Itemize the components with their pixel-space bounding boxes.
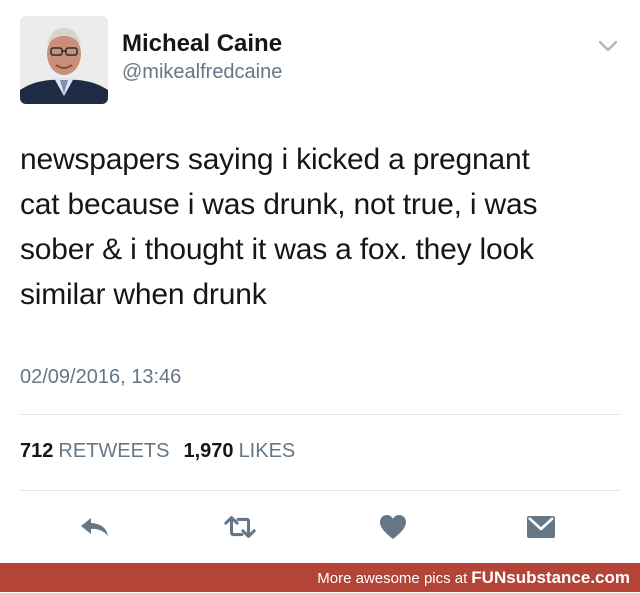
- tweet-timestamp[interactable]: 02/09/2016, 13:46: [20, 366, 181, 389]
- chevron-down-icon[interactable]: [596, 36, 620, 56]
- watermark-footer: More awesome pics at FUNsubstance.com: [0, 563, 640, 592]
- display-name[interactable]: Micheal Caine: [122, 30, 282, 58]
- profile-photo: [20, 16, 108, 104]
- retweets-label[interactable]: RETWEETS: [58, 440, 169, 462]
- direct-message-button[interactable]: [524, 512, 558, 542]
- retweet-icon: [224, 516, 256, 538]
- footer-brand[interactable]: FUNsubstance.com: [471, 568, 630, 587]
- footer-text: More awesome pics at: [317, 570, 468, 587]
- like-icon: [380, 515, 406, 539]
- tweet-stats: 712 RETWEETS 1,970 LIKES: [20, 440, 309, 463]
- retweets-count[interactable]: 712: [20, 440, 53, 462]
- divider: [20, 414, 620, 415]
- reply-icon: [81, 518, 108, 536]
- like-button[interactable]: [376, 512, 410, 542]
- likes-label[interactable]: LIKES: [239, 440, 296, 462]
- avatar[interactable]: [20, 16, 108, 104]
- reply-button[interactable]: [78, 512, 112, 542]
- tweet-text: newspapers saying i kicked a pregnant ca…: [20, 143, 538, 311]
- direct-message-icon: [527, 516, 555, 538]
- likes-count[interactable]: 1,970: [184, 440, 234, 462]
- divider: [20, 490, 620, 491]
- retweet-button[interactable]: [223, 512, 257, 542]
- user-handle[interactable]: @mikealfredcaine: [122, 61, 282, 84]
